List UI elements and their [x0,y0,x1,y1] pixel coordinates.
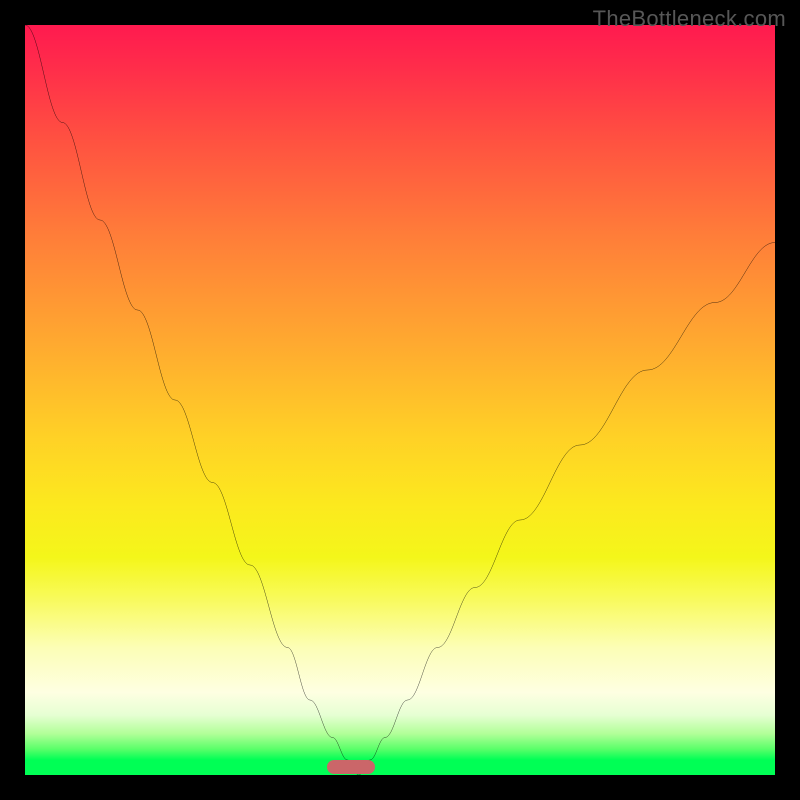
watermark-label: TheBottleneck.com [593,6,786,32]
chart-canvas: TheBottleneck.com [0,0,800,800]
left-curve [25,25,359,775]
optimal-marker [327,760,375,774]
right-curve [359,243,775,776]
plot-area [25,25,775,775]
bottleneck-curves [25,25,775,775]
curve-group [25,25,775,775]
